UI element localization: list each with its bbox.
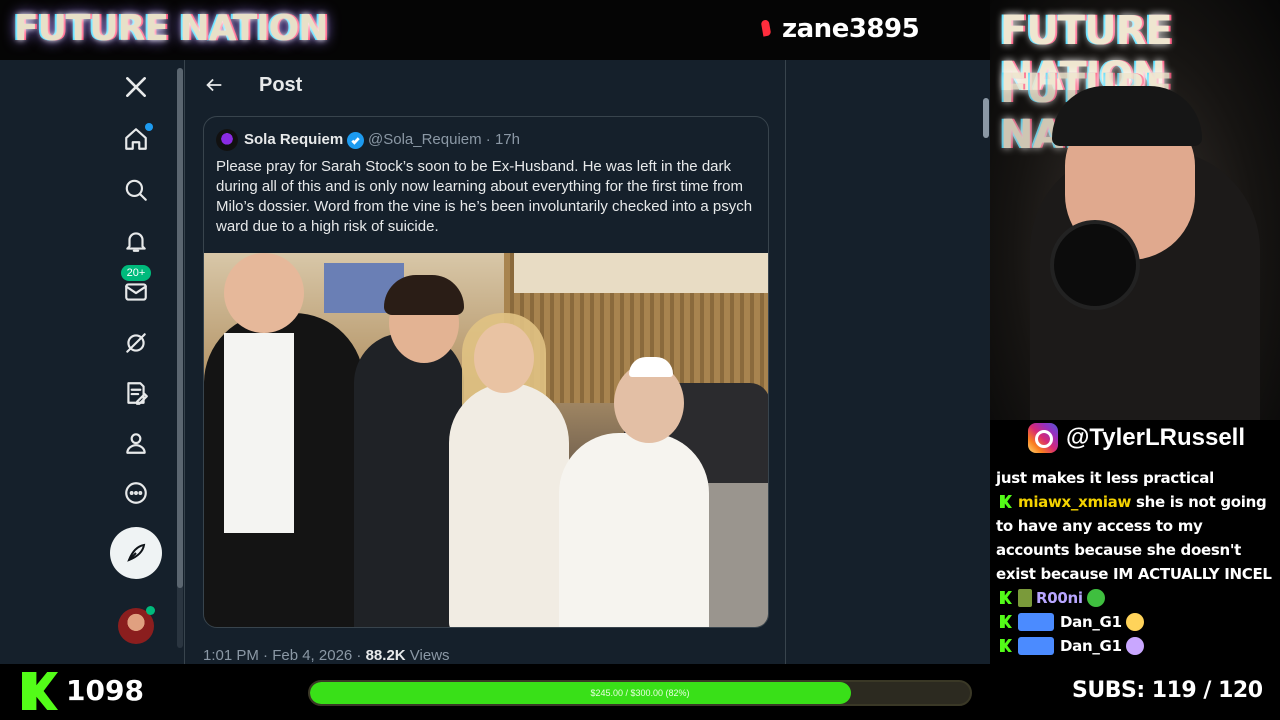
compose-post-button[interactable] [110, 527, 162, 579]
home-icon[interactable] [111, 114, 161, 164]
x-app-window: 20+ Post Sola Requiem @Sola_Requiem · 17… [0, 60, 990, 664]
kick-badge-icon [1000, 615, 1012, 628]
verified-badge-icon [347, 132, 364, 149]
messages-icon[interactable]: 20+ [111, 265, 161, 317]
quoted-post-card[interactable]: Sola Requiem @Sola_Requiem · 17h Please … [203, 116, 769, 628]
page-scrollbar[interactable] [982, 60, 990, 664]
sidebar-scroll-thumb[interactable] [177, 68, 183, 588]
webcam-feed: FUTURE NATION FUTURE NATION [990, 0, 1280, 420]
quoted-handle-time[interactable]: @Sola_Requiem · 17h [368, 131, 520, 148]
post-photo[interactable] [204, 253, 768, 627]
home-notify-dot [145, 123, 153, 131]
badge-emote-icon [1018, 589, 1032, 607]
badge-emote-icon [1018, 637, 1054, 655]
chat-message: Dan_G1 [996, 634, 1274, 658]
instagram-handle: @TylerLRussell [1028, 422, 1245, 454]
post-meta: 1:01 PM · Feb 4, 2026 · 88.2K Views [203, 647, 450, 664]
streamer-name: zane3895 [782, 14, 920, 44]
sidebar-scrollbar[interactable] [177, 68, 183, 648]
donation-goal-bar: $245.00 / $300.00 (82%) [308, 680, 972, 706]
kick-badge-icon [1000, 639, 1012, 652]
profile-icon[interactable] [111, 418, 161, 468]
emote-icon [1086, 589, 1105, 607]
stream-top-bar: FUTURE NATION zane3895 [0, 0, 990, 60]
brand-logo: FUTURE NATION [14, 8, 328, 49]
chat-message: R00ni [996, 586, 1274, 610]
lists-icon[interactable] [111, 368, 161, 418]
grok-icon[interactable] [111, 318, 161, 368]
follower-count: 1098 [66, 674, 144, 707]
feather-icon [127, 543, 146, 562]
online-dot [146, 606, 155, 615]
messages-badge: 20+ [121, 265, 151, 281]
quoted-avatar[interactable] [216, 129, 238, 151]
back-arrow-icon[interactable] [203, 74, 225, 96]
streamer-hat [1052, 86, 1202, 146]
quoted-post-text: Please pray for Sarah Stock’s soon to be… [216, 158, 753, 235]
kick-badge-icon [1000, 591, 1012, 604]
stream-chat: just makes it less practical miawx_xmiaw… [990, 466, 1280, 664]
chat-message: Dan_G1 [996, 610, 1274, 634]
subs-counter: SUBS: 119 / 120 [1072, 678, 1263, 703]
stream-bottom-bar: 1098 $245.00 / $300.00 (82%) SUBS: 119 /… [0, 664, 1280, 720]
donation-goal-text: $245.00 / $300.00 (82%) [590, 688, 690, 698]
notifications-icon[interactable] [111, 216, 161, 266]
page-title: Post [259, 74, 303, 96]
post-detail-column: Post Sola Requiem @Sola_Requiem · 17h Pl… [184, 60, 786, 664]
x-logo-icon[interactable] [111, 62, 161, 112]
post-timestamp[interactable]: 1:01 PM · Feb 4, 2026 · [203, 647, 366, 664]
more-icon[interactable] [111, 468, 161, 518]
search-icon[interactable] [111, 165, 161, 215]
chat-message: miawx_xmiaw she is not going to have any… [996, 493, 1272, 583]
emote-icon [1125, 637, 1144, 655]
location-pin-icon [760, 19, 772, 37]
chat-username: R00ni [1036, 589, 1083, 607]
page-scroll-thumb[interactable] [983, 98, 989, 138]
chat-message: just makes it less practical [996, 469, 1214, 487]
views-count: 88.2K [365, 647, 406, 664]
instagram-icon [1028, 423, 1058, 453]
quoted-display-name[interactable]: Sola Requiem [244, 131, 343, 148]
chat-username: Dan_G1 [1060, 637, 1122, 655]
chat-username: miawx_xmiaw [1018, 493, 1132, 511]
microphone-icon [1050, 220, 1140, 310]
kick-badge-icon [1000, 495, 1012, 508]
emote-icon [1125, 613, 1144, 631]
badge-emote-icon [1018, 613, 1054, 631]
views-label: Views [405, 647, 450, 664]
kick-logo-icon [22, 672, 58, 710]
chat-username: Dan_G1 [1060, 613, 1122, 631]
